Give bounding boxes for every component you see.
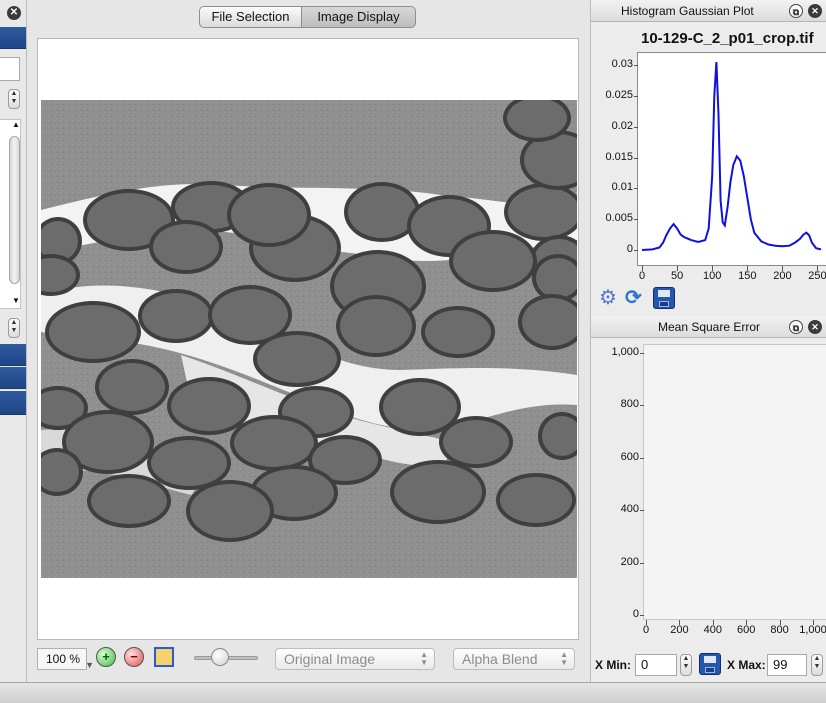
display-mode-value: Original Image <box>284 651 376 667</box>
y-tick-label: 0 <box>626 243 633 255</box>
x-max-stepper[interactable]: ▲ ▼ <box>811 654 823 676</box>
y-tick-label: 0 <box>632 608 639 620</box>
y-tick-mark <box>634 250 638 251</box>
x-tick-label: 200 <box>670 624 689 636</box>
status-bar <box>0 682 826 703</box>
save-icon[interactable] <box>699 653 721 675</box>
y-tick-label: 800 <box>620 398 639 411</box>
histogram-plot-area <box>637 52 826 266</box>
x-min-label: X Min: <box>595 658 631 672</box>
zoom-in-icon[interactable]: + <box>96 647 116 667</box>
y-tick-label: 0.025 <box>605 88 633 101</box>
tab-file-selection[interactable]: File Selection <box>199 6 302 28</box>
y-tick-mark <box>640 405 644 407</box>
y-tick-mark <box>634 188 638 190</box>
x-tick-label: 200 <box>773 270 792 282</box>
mse-panel-title: Mean Square Error <box>657 320 761 334</box>
y-tick-label: 0.03 <box>611 58 633 71</box>
opacity-slider-knob[interactable] <box>210 648 229 666</box>
histogram-panel-header: Histogram Gaussian Plot ⧉ ✕ <box>591 0 826 22</box>
blend-mode-select[interactable]: Alpha Blend ▲ ▼ <box>453 648 575 670</box>
x-max-field[interactable]: 99 <box>767 654 807 676</box>
left-popup-stepper[interactable]: ▲ ▼ <box>8 318 20 338</box>
updown-arrows-icon: ▲ ▼ <box>560 650 568 667</box>
y-tick-mark <box>640 353 644 354</box>
y-tick-mark <box>634 126 638 128</box>
analysis-panel: Histogram Gaussian Plot ⧉ ✕ 10-129-C_2_p… <box>590 0 826 682</box>
x-min-field[interactable]: 0 <box>635 654 677 676</box>
y-tick-label: 0.02 <box>611 119 633 132</box>
series-line <box>641 62 822 251</box>
y-tick-label: 0.01 <box>611 181 633 194</box>
y-tick-label: 400 <box>620 503 639 516</box>
mse-plot-area <box>643 344 826 620</box>
x-tick-label: 800 <box>770 624 789 636</box>
x-max-label: X Max: <box>727 658 766 672</box>
left-scrollbar-thumb[interactable] <box>9 136 20 284</box>
x-tick-label: 400 <box>703 624 722 636</box>
y-tick-mark <box>634 95 638 97</box>
left-row-1[interactable] <box>0 344 26 366</box>
y-tick-mark <box>634 65 638 67</box>
close-icon[interactable]: ✕ <box>808 320 822 334</box>
left-row-3[interactable] <box>0 391 26 415</box>
y-tick-label: 0.015 <box>605 150 633 163</box>
image-display-panel: File Selection Image Display 100 % ▼ + −… <box>28 0 589 682</box>
chevron-down-icon: ▼ <box>85 660 94 670</box>
refresh-icon[interactable]: ⟳ <box>625 287 647 309</box>
fit-to-window-icon[interactable] <box>154 647 174 667</box>
detach-icon[interactable]: ⧉ <box>789 320 803 334</box>
mse-panel-header: Mean Square Error ⧉ ✕ <box>591 316 826 338</box>
close-icon[interactable]: ✕ <box>7 6 21 20</box>
x-min-stepper[interactable]: ▲ ▼ <box>680 654 692 676</box>
y-tick-mark <box>640 457 644 459</box>
left-panel: ✕ ▲ ▼ ▲ ▼ ▲ ▼ <box>0 0 27 682</box>
left-text-field[interactable] <box>0 57 20 81</box>
updown-arrows-icon: ▲ ▼ <box>420 650 428 667</box>
scroll-down-icon[interactable]: ▼ <box>11 296 21 306</box>
x-tick-label: 150 <box>738 270 757 282</box>
blend-mode-value: Alpha Blend <box>462 651 538 667</box>
x-tick-label: 250 <box>808 270 826 282</box>
y-tick-mark <box>640 562 644 564</box>
detach-icon[interactable]: ⧉ <box>789 4 803 18</box>
image-viewport[interactable] <box>37 38 579 640</box>
histogram-plot <box>641 62 822 251</box>
save-icon[interactable] <box>653 287 675 309</box>
microscopy-image <box>41 100 577 578</box>
x-tick-label: 100 <box>703 270 722 282</box>
tab-image-display[interactable]: Image Display <box>302 6 416 28</box>
left-list[interactable]: ▲ ▼ <box>0 119 21 309</box>
left-row-2[interactable] <box>0 367 26 389</box>
x-tick-label: 50 <box>670 270 684 282</box>
gear-icon[interactable]: ⚙ <box>599 287 621 309</box>
mse-plot <box>644 345 826 619</box>
y-tick-label: 600 <box>620 450 639 463</box>
y-tick-mark <box>634 157 638 159</box>
image-toolbar: 100 % ▼ + − Original Image ▲ ▼ Alpha Blen… <box>28 642 589 682</box>
zoom-level-value: 100 % <box>46 652 81 666</box>
scroll-up-icon[interactable]: ▲ <box>11 120 21 130</box>
close-icon[interactable]: ✕ <box>808 4 822 18</box>
y-tick-label: 1,000 <box>611 346 639 358</box>
x-tick-label: 0 <box>638 270 646 282</box>
x-tick-label: 1,000 <box>799 624 826 636</box>
x-tick-label: 600 <box>737 624 756 636</box>
y-tick-mark <box>640 615 644 616</box>
y-tick-label: 200 <box>620 555 639 568</box>
histogram-chart-title: 10-129-C_2_p01_crop.tif <box>641 30 814 47</box>
left-stepper[interactable]: ▲ ▼ <box>8 89 20 109</box>
x-tick-label: 0 <box>642 624 650 636</box>
left-header-bar <box>0 27 26 49</box>
histogram-panel-title: Histogram Gaussian Plot <box>621 4 754 18</box>
y-tick-mark <box>640 510 644 512</box>
zoom-level-select[interactable]: 100 % ▼ <box>37 648 94 670</box>
zoom-out-icon[interactable]: − <box>124 647 144 667</box>
display-mode-select[interactable]: Original Image ▲ ▼ <box>275 648 435 670</box>
y-tick-mark <box>634 219 638 221</box>
y-tick-label: 0.005 <box>605 212 633 225</box>
